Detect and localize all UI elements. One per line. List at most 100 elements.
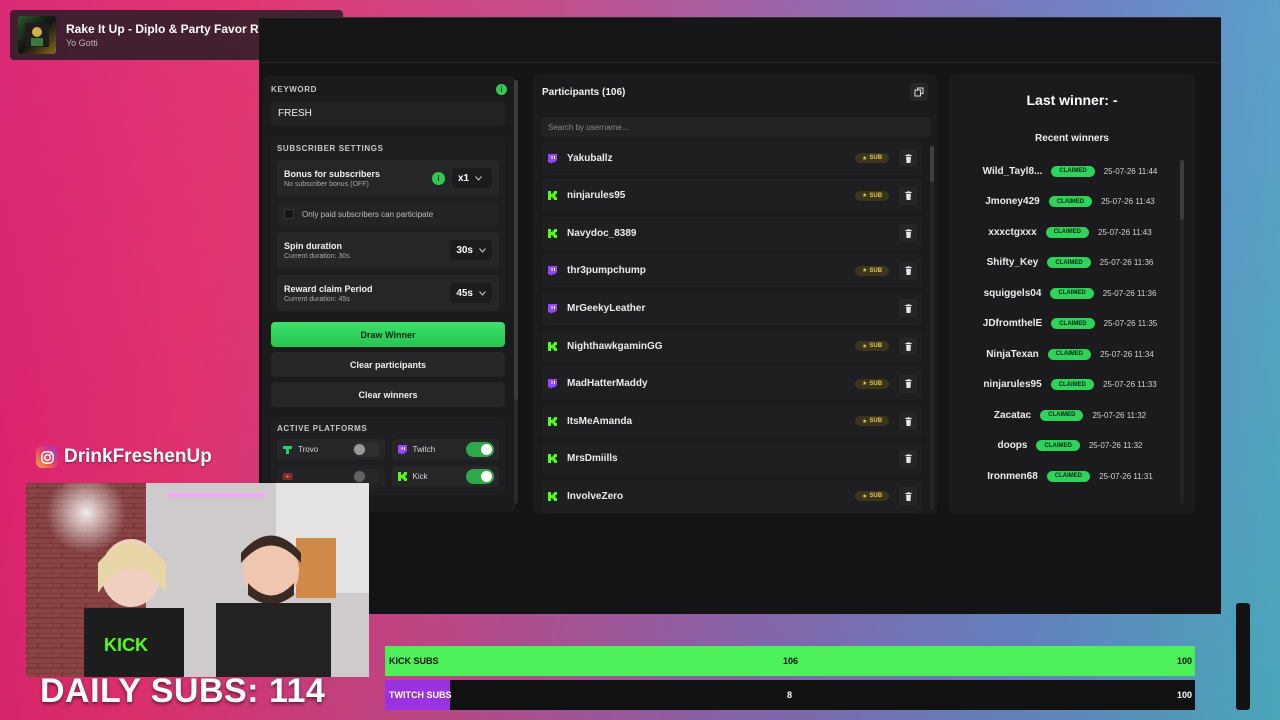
participant-row[interactable]: MrGeekyLeather [542, 291, 922, 325]
trovo-icon [282, 444, 293, 455]
daily-subs-counter: DAILY SUBS: 114 [40, 672, 326, 710]
trash-icon[interactable] [899, 374, 917, 393]
participant-name: thr3pumpchump [567, 265, 646, 277]
participant-row[interactable]: Navydoc_8389 [542, 216, 922, 250]
paid-only-checkbox[interactable] [284, 209, 294, 219]
winner-date: 25-07-26 11:43 [1098, 227, 1152, 237]
participant-row[interactable]: ninjarules95 ★ SUB [542, 179, 922, 213]
winner-row: Shifty_Key CLAIMED 25-07-26 11:36 [959, 248, 1181, 279]
clear-winners-button[interactable]: Clear winners [271, 382, 505, 407]
claimed-badge: CLAIMED [1050, 287, 1094, 299]
participants-panel: Participants (106) Search by username...… [533, 74, 937, 514]
winner-row: squiggels04 CLAIMED 25-07-26 11:36 [959, 278, 1181, 309]
participant-name: MrsDmiills [567, 453, 618, 465]
winner-date: 25-07-26 11:32 [1088, 441, 1143, 451]
winner-name: Ironmen68 [987, 470, 1038, 482]
winner-date: 25-07-26 11:32 [1092, 410, 1147, 420]
trash-icon[interactable] [899, 261, 917, 280]
winner-name: Zacatac [993, 409, 1032, 421]
twitch-subs-max: 100 [1176, 690, 1192, 700]
kick-subs-max: 100 [1176, 656, 1192, 666]
spin-duration-value: 30s [456, 244, 473, 256]
winner-name: Wild_Tayl8... [982, 165, 1043, 177]
claim-period-select[interactable]: 45s [450, 283, 492, 303]
instagram-icon [36, 446, 58, 468]
claim-period-value: 45s [456, 287, 473, 299]
keyword-info-icon[interactable]: i [496, 84, 507, 95]
winner-date: 25-07-26 11:43 [1101, 197, 1155, 207]
kick-icon [547, 491, 558, 502]
recent-winners-list: Wild_Tayl8... CLAIMED 25-07-26 11:44 Jmoney… [959, 156, 1181, 500]
claim-period-card: Reward claim Period Current duration: 45… [277, 275, 499, 311]
settings-panel: KEYWORD i FRESH SUBSCRIBER SETTINGS Bonu… [262, 76, 516, 512]
trash-icon[interactable] [899, 412, 917, 431]
sub-badge-label: SUB [869, 493, 883, 500]
winner-row: xxxctgxxx CLAIMED 25-07-26 11:43 [959, 217, 1181, 248]
participant-name: Yakuballz [567, 152, 613, 164]
star-icon: ★ [861, 343, 868, 350]
twitch-subs-bar: TWITCH SUBS 8 100 [385, 680, 1195, 710]
star-icon: ★ [861, 418, 868, 425]
participant-name: InvolveZero [567, 490, 624, 502]
participant-row[interactable]: InvolveZero ★ SUB [542, 479, 922, 513]
claim-period-title: Reward claim Period [284, 283, 373, 294]
participants-scrollbar[interactable] [930, 146, 934, 510]
twitch-toggle[interactable] [466, 442, 494, 457]
clear-participants-button[interactable]: Clear participants [271, 352, 505, 377]
star-icon: ★ [861, 381, 868, 388]
trash-icon[interactable] [899, 449, 917, 468]
claimed-badge: CLAIMED [1048, 196, 1093, 208]
sub-badge: ★ SUB [855, 416, 889, 427]
subscriber-settings-label: SUBSCRIBER SETTINGS [277, 144, 384, 153]
participant-name: ninjarules95 [567, 190, 626, 202]
kick-icon [547, 416, 558, 427]
spin-duration-select[interactable]: 30s [450, 240, 492, 260]
subscriber-settings: SUBSCRIBER SETTINGS Bonus for subscriber… [271, 136, 505, 312]
winners-panel: Last winner: - Recent winners Wild_Tayl8… [949, 74, 1195, 514]
trash-icon[interactable] [899, 487, 917, 506]
trash-icon[interactable] [899, 224, 917, 243]
participant-name: ItsMeAmanda [567, 415, 633, 427]
participant-row[interactable]: thr3pumpchump ★ SUB [542, 254, 922, 288]
kick-icon [547, 453, 558, 464]
participant-row[interactable]: Yakuballz ★ SUB [542, 141, 922, 175]
draw-winner-button[interactable]: Draw Winner [271, 322, 505, 347]
sub-badge-label: SUB [869, 380, 883, 387]
star-icon: ★ [861, 155, 868, 162]
paid-only-option[interactable]: Only paid subscribers can participate [277, 203, 499, 225]
star-icon: ★ [861, 193, 868, 200]
youtube-toggle[interactable] [351, 469, 380, 484]
participant-name: NighthawkgaminGG [567, 340, 663, 352]
kick-subs-bar: KICK SUBS 106 100 [385, 646, 1195, 676]
sub-badge: ★ SUB [855, 491, 889, 502]
winner-row: Jmoney429 CLAIMED 25-07-26 11:43 [959, 187, 1181, 218]
participant-row[interactable]: MrsDmiills [542, 442, 922, 476]
settings-scrollbar[interactable] [514, 80, 518, 504]
participant-search-input[interactable]: Search by username... [542, 117, 930, 137]
bonus-select[interactable]: x1 [452, 168, 492, 188]
sub-badge: ★ SUB [855, 341, 889, 352]
trash-icon[interactable] [899, 186, 917, 205]
trash-icon[interactable] [899, 337, 917, 356]
claimed-badge: CLAIMED [1051, 318, 1095, 330]
twitch-icon [547, 153, 558, 164]
claimed-badge: CLAIMED [1040, 409, 1084, 421]
trovo-toggle[interactable] [351, 442, 380, 457]
winner-name: ninjarules95 [983, 379, 1042, 391]
winners-scrollbar[interactable] [1180, 160, 1184, 504]
trash-icon[interactable] [899, 149, 917, 168]
participant-row[interactable]: MadHatterMaddy ★ SUB [542, 367, 922, 401]
participant-row[interactable]: NighthawkgaminGG ★ SUB [542, 329, 922, 363]
kick-subs-count: 106 [783, 656, 799, 666]
kick-toggle[interactable] [466, 469, 494, 484]
instagram-handle-text: DrinkFreshenUp [64, 446, 212, 467]
claimed-badge: CLAIMED [1051, 165, 1095, 177]
copy-icon[interactable] [910, 83, 928, 101]
winner-name: squiggels04 [983, 287, 1042, 299]
participant-row[interactable]: ItsMeAmanda ★ SUB [542, 404, 922, 438]
track-artist: Yo Gotti [66, 38, 98, 48]
keyword-input[interactable]: FRESH [271, 102, 505, 126]
trash-icon[interactable] [899, 299, 917, 318]
bonus-info-icon[interactable]: i [432, 171, 445, 185]
sub-badge: ★ SUB [855, 153, 889, 164]
